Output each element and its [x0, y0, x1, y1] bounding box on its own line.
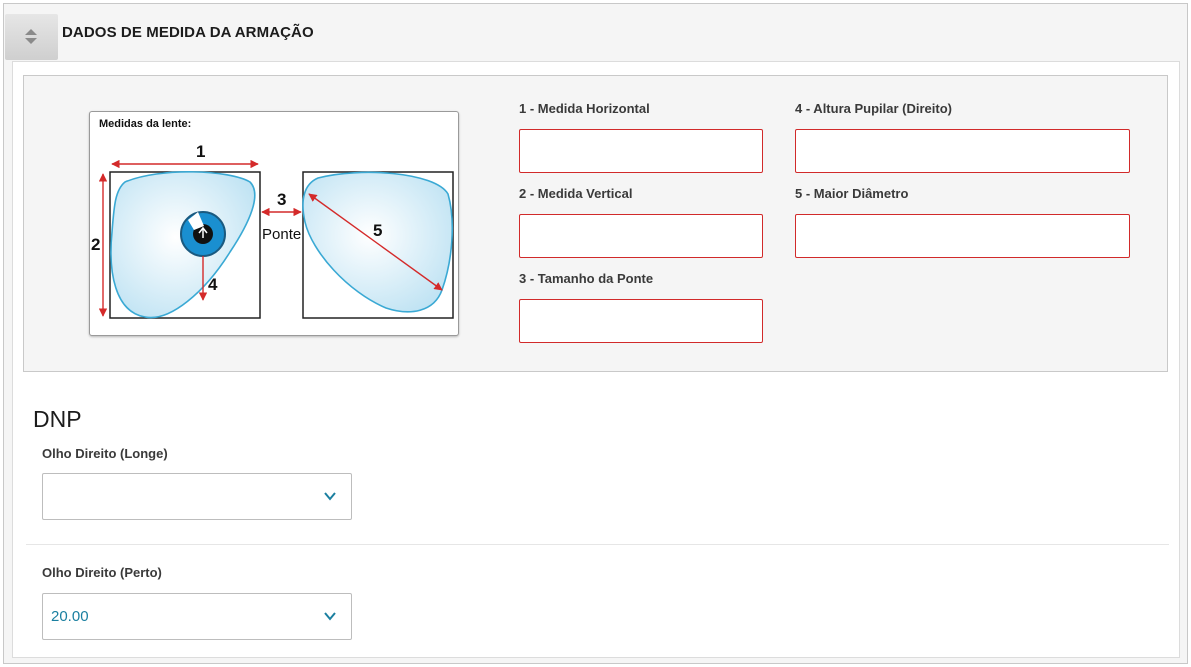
svg-text:1: 1 [196, 142, 205, 161]
horizontal-input[interactable] [519, 129, 763, 173]
horizontal-label: 1 - Medida Horizontal [519, 101, 650, 116]
measurements-box: Medidas da lente: 1 2 3 Ponte 4 5 1 - Me… [23, 75, 1168, 372]
dnp-heading: DNP [33, 406, 82, 432]
section-divider [26, 544, 1169, 545]
max-diameter-label: 5 - Maior Diâmetro [795, 186, 909, 201]
dnp-perto-select[interactable]: 20.00 [42, 593, 352, 640]
dnp-perto-label: Olho Direito (Perto) [42, 565, 162, 580]
panel-content: Medidas da lente: 1 2 3 Ponte 4 5 1 - Me… [12, 61, 1180, 658]
panel-header: DADOS DE MEDIDA DA ARMAÇÃO [4, 4, 1187, 60]
right-lens-shape [302, 171, 454, 313]
svg-text:4: 4 [208, 275, 218, 294]
lens-diagram: Medidas da lente: 1 2 3 Ponte 4 5 [89, 111, 459, 336]
chevron-down-icon [324, 492, 336, 501]
svg-text:Ponte: Ponte [262, 226, 301, 243]
pupil-height-label: 4 - Altura Pupilar (Direito) [795, 101, 952, 116]
sort-arrows-icon [25, 29, 37, 44]
dnp-longe-select[interactable] [42, 473, 352, 520]
svg-text:2: 2 [91, 235, 100, 254]
svg-text:3: 3 [277, 190, 286, 209]
chevron-down-icon [324, 612, 336, 621]
dnp-perto-value: 20.00 [51, 608, 89, 625]
pupil-icon [180, 211, 226, 257]
collapse-toggle-button[interactable] [5, 14, 58, 60]
frame-measurements-panel: DADOS DE MEDIDA DA ARMAÇÃO Medidas da le… [3, 3, 1188, 664]
svg-text:Medidas da lente:: Medidas da lente: [99, 118, 191, 130]
vertical-input[interactable] [519, 214, 763, 258]
bridge-size-input[interactable] [519, 299, 763, 343]
svg-text:5: 5 [373, 221, 382, 240]
vertical-label: 2 - Medida Vertical [519, 186, 633, 201]
bridge-size-label: 3 - Tamanho da Ponte [519, 271, 654, 286]
dnp-longe-label: Olho Direito (Longe) [42, 446, 168, 461]
panel-title: DADOS DE MEDIDA DA ARMAÇÃO [62, 24, 314, 41]
max-diameter-input[interactable] [795, 214, 1130, 258]
pupil-height-input[interactable] [795, 129, 1130, 173]
